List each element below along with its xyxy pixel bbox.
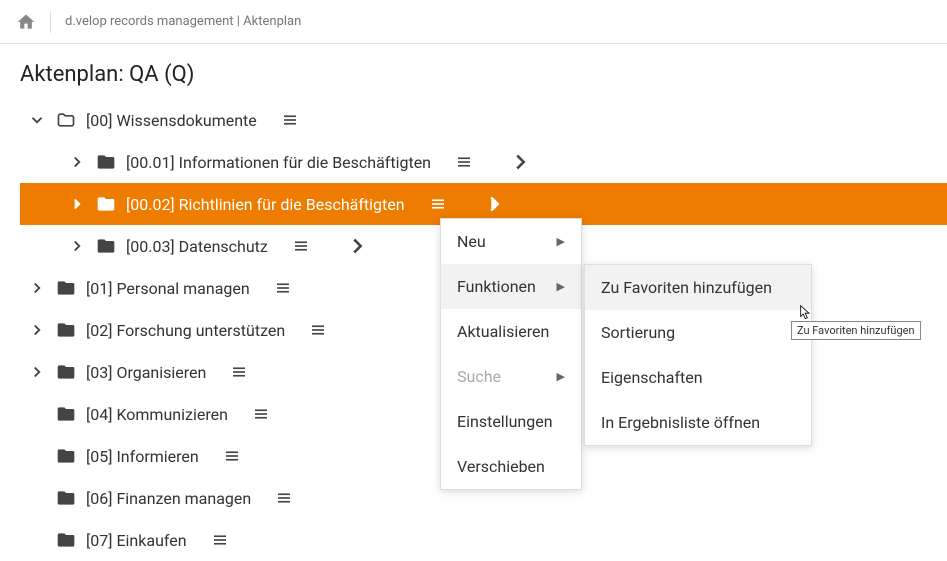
folder-icon (96, 152, 116, 172)
menu-item-neu[interactable]: Neu ▶ (441, 219, 581, 264)
arrow-right-icon[interactable] (509, 151, 531, 173)
arrow-right-icon[interactable] (346, 235, 368, 257)
chevron-right-icon[interactable] (68, 237, 86, 255)
menu-item-label: Verschieben (457, 457, 545, 476)
chevron-right-icon: ▶ (557, 235, 565, 248)
chevron-right-icon: ▶ (557, 280, 565, 293)
hamburger-icon[interactable] (292, 237, 310, 255)
hamburger-icon[interactable] (274, 279, 292, 297)
menu-item-verschieben[interactable]: Verschieben (441, 444, 581, 489)
folder-icon (56, 530, 76, 550)
folder-icon (56, 404, 76, 424)
tree-node-root[interactable]: [00] Wissensdokumente (20, 99, 947, 141)
tree-node-label: [00.02] Richtlinien für die Beschäftigte… (126, 195, 405, 214)
menu-item-eigenschaften[interactable]: Eigenschaften (585, 355, 811, 400)
menu-item-label: Eigenschaften (601, 368, 703, 387)
hamburger-icon[interactable] (275, 489, 293, 507)
menu-item-label: Suche (457, 367, 501, 386)
menu-item-label: Sortierung (601, 323, 675, 342)
tree-node-label: [00.03] Datenschutz (126, 237, 268, 256)
tree-node-0001[interactable]: [00.01] Informationen für die Beschäftig… (20, 141, 947, 183)
menu-item-label: Einstellungen (457, 412, 553, 431)
menu-item-label: Funktionen (457, 277, 536, 296)
folder-icon (56, 278, 76, 298)
breadcrumb: d.velop records management | Aktenplan (65, 14, 301, 29)
menu-item-label: Aktualisieren (457, 322, 549, 341)
folder-icon (56, 320, 76, 340)
folder-outline-icon (56, 110, 76, 130)
folder-icon (56, 362, 76, 382)
tree-node-label: [00.01] Informationen für die Beschäftig… (126, 153, 431, 172)
topbar: d.velop records management | Aktenplan (0, 0, 947, 44)
hamburger-icon[interactable] (230, 363, 248, 381)
chevron-right-icon[interactable] (68, 195, 86, 213)
hamburger-icon[interactable] (309, 321, 327, 339)
chevron-right-icon[interactable] (28, 279, 46, 297)
menu-item-suche[interactable]: Suche ▶ (441, 354, 581, 399)
folder-icon (56, 488, 76, 508)
context-menu-primary: Neu ▶ Funktionen ▶ Aktualisieren Suche ▶… (440, 218, 582, 490)
menu-item-label: Neu (457, 232, 486, 251)
menu-item-aktualisieren[interactable]: Aktualisieren (441, 309, 581, 354)
chevron-down-icon[interactable] (28, 111, 46, 129)
menu-item-label: In Ergebnisliste öffnen (601, 413, 760, 432)
tree-node-label: [06] Finanzen managen (86, 489, 251, 508)
menu-item-ergebnisliste[interactable]: In Ergebnisliste öffnen (585, 400, 811, 445)
hamburger-icon[interactable] (252, 405, 270, 423)
menu-item-sortierung[interactable]: Sortierung (585, 310, 811, 355)
hamburger-icon[interactable] (211, 531, 229, 549)
context-menu-secondary: Zu Favoriten hinzufügen Sortierung Eigen… (584, 264, 812, 446)
hamburger-icon[interactable] (429, 195, 447, 213)
tree-node-label: [01] Personal managen (86, 279, 250, 298)
tree-node-label: [02] Forschung unterstützen (86, 321, 285, 340)
home-icon[interactable] (16, 12, 36, 32)
tooltip: Zu Favoriten hinzufügen (791, 321, 921, 340)
chevron-right-icon: ▶ (557, 370, 565, 383)
page-title: Aktenplan: QA (Q) (0, 44, 947, 99)
menu-item-label: Zu Favoriten hinzufügen (601, 278, 772, 297)
folder-icon (96, 194, 116, 214)
chevron-right-icon[interactable] (28, 363, 46, 381)
hamburger-icon[interactable] (223, 447, 241, 465)
menu-item-funktionen[interactable]: Funktionen ▶ (441, 264, 581, 309)
menu-item-favoriten[interactable]: Zu Favoriten hinzufügen (585, 265, 811, 310)
tree-node-label: [00] Wissensdokumente (86, 111, 257, 130)
tree-node-07[interactable]: [07] Einkaufen (20, 519, 947, 561)
tree-node-label: [03] Organisieren (86, 363, 206, 382)
arrow-right-icon[interactable] (483, 193, 505, 215)
tree-node-label: [07] Einkaufen (86, 531, 187, 550)
menu-item-einstellungen[interactable]: Einstellungen (441, 399, 581, 444)
hamburger-icon[interactable] (281, 111, 299, 129)
folder-icon (96, 236, 116, 256)
topbar-divider (50, 11, 51, 33)
hamburger-icon[interactable] (455, 153, 473, 171)
tree-node-label: [04] Kommunizieren (86, 405, 228, 424)
chevron-right-icon[interactable] (68, 153, 86, 171)
folder-icon (56, 446, 76, 466)
tree-node-label: [05] Informieren (86, 447, 199, 466)
chevron-right-icon[interactable] (28, 321, 46, 339)
